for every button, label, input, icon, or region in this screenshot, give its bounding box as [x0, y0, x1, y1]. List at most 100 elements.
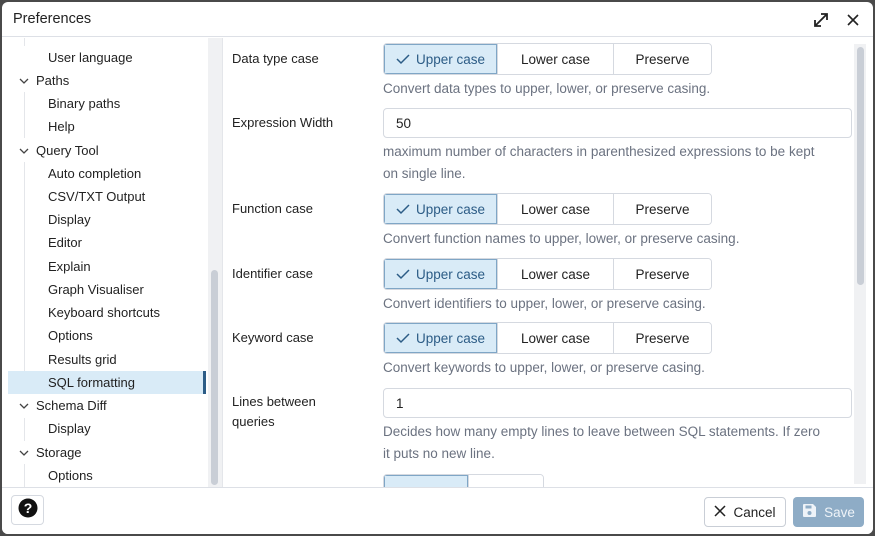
data-type-case-help: Convert data types to upper, lower, or p… [383, 81, 711, 96]
identifier-case-upper-button[interactable]: Upper case [384, 259, 498, 289]
function-case-toggle: Upper case Lower case Preserve [383, 193, 712, 225]
tree-item-graph-visualiser[interactable]: Graph Visualiser [8, 278, 206, 301]
tree-item-binary-paths[interactable]: Binary paths [8, 92, 206, 115]
chevron-down-icon[interactable] [18, 394, 30, 417]
label-line: queries [232, 414, 275, 429]
option-label: Upper case [415, 201, 486, 217]
tree-item-user-language[interactable]: User language [8, 46, 206, 69]
tree-item-paths[interactable]: Paths [8, 69, 206, 92]
identifier-case-preserve-button[interactable]: Preserve [614, 259, 711, 289]
keyword-case-label: Keyword case [232, 330, 314, 345]
tree-item-sql-formatting[interactable]: SQL formatting [8, 371, 206, 394]
data-type-case-preserve-button[interactable]: Preserve [614, 44, 711, 74]
tree-item-label: Graph Visualiser [48, 282, 144, 297]
tree-item-storage[interactable]: Storage [8, 441, 206, 464]
tree-scrollbar-thumb[interactable] [211, 270, 218, 485]
tree-item-auto-completion[interactable]: Auto completion [8, 162, 206, 185]
tree-item-label: Help [48, 119, 75, 134]
tree-item-query-tool[interactable]: Query Tool [8, 139, 206, 162]
help-button[interactable]: ? [11, 495, 44, 525]
function-case-help: Convert function names to upper, lower, … [383, 231, 740, 246]
tree-item-label: Auto completion [48, 166, 142, 181]
help-line: maximum number of characters in parenthe… [383, 144, 815, 159]
tree-item-schema-diff[interactable]: Schema Diff [8, 394, 206, 417]
option-label: Preserve [635, 330, 690, 346]
tree-item-results-grid[interactable]: Results grid [8, 348, 206, 371]
title-bar: Preferences [2, 2, 873, 37]
function-case-lower-button[interactable]: Lower case [498, 194, 614, 224]
expression-width-input[interactable] [383, 108, 852, 138]
next-setting-option-1[interactable] [384, 475, 469, 487]
cancel-label: Cancel [733, 504, 776, 520]
save-button[interactable]: Save [793, 497, 864, 527]
keyword-case-toggle: Upper case Lower case Preserve [383, 322, 712, 354]
help-line: on single line. [383, 166, 466, 181]
lines-between-queries-input[interactable] [383, 388, 852, 418]
save-label: Save [824, 504, 855, 520]
function-case-upper-button[interactable]: Upper case [384, 194, 498, 224]
option-label: Lower case [520, 330, 591, 346]
expression-width-label: Expression Width [232, 115, 334, 130]
keyword-case-help: Convert keywords to upper, lower, or pre… [383, 360, 705, 375]
data-type-case-lower-button[interactable]: Lower case [498, 44, 614, 74]
identifier-case-toggle: Upper case Lower case Preserve [383, 258, 712, 290]
tree-item-options[interactable]: Options [8, 324, 206, 347]
dialog-title: Preferences [13, 11, 92, 27]
close-icon[interactable] [843, 10, 863, 30]
lines-between-queries-label: Lines between queries [232, 392, 316, 432]
tree-item-label: Binary paths [48, 96, 121, 111]
tree-item-display[interactable]: Display [8, 208, 206, 231]
option-label: Lower case [520, 201, 591, 217]
keyword-case-lower-button[interactable]: Lower case [498, 323, 614, 353]
cancel-button[interactable]: Cancel [704, 497, 786, 527]
option-label: Upper case [415, 51, 486, 67]
tree-item-label: Paths [36, 73, 70, 88]
identifier-case-help: Convert identifiers to upper, lower, or … [383, 296, 706, 311]
checkmark-icon [396, 53, 410, 65]
maximize-icon[interactable] [811, 10, 831, 30]
option-label: Lower case [520, 51, 591, 67]
keyword-case-preserve-button[interactable]: Preserve [614, 323, 711, 353]
settings-panel: Data type case Upper case Lower case Pre… [223, 38, 873, 487]
option-label: Preserve [635, 201, 690, 217]
lines-between-queries-help: Decides how many empty lines to leave be… [383, 421, 853, 465]
data-type-case-upper-button[interactable]: Upper case [384, 44, 498, 74]
tree-item-editor[interactable]: Editor [8, 231, 206, 254]
settings-scrollbar[interactable] [854, 44, 866, 484]
tree-item-csv-txt-output[interactable]: CSV/TXT Output [8, 185, 206, 208]
option-label: Preserve [635, 266, 690, 282]
tree-item-keyboard-shortcuts[interactable]: Keyboard shortcuts [8, 301, 206, 324]
tree-guide-line [24, 38, 25, 46]
option-label: Lower case [520, 266, 591, 282]
next-setting-option-2[interactable] [469, 475, 543, 487]
settings-scrollbar-thumb[interactable] [857, 47, 864, 285]
chevron-down-icon[interactable] [18, 69, 30, 92]
chevron-down-icon[interactable] [18, 441, 30, 464]
option-label: Upper case [415, 266, 486, 282]
chevron-down-icon[interactable] [18, 139, 30, 162]
label-line: Lines between [232, 394, 316, 409]
floppy-disk-icon [802, 503, 817, 521]
tree-item-schema-diff-display[interactable]: Display [8, 417, 206, 440]
tree-scrollbar[interactable] [208, 38, 222, 487]
tree-item-label: CSV/TXT Output [48, 189, 146, 204]
preferences-tree: User language Paths Binary paths Help Qu… [8, 38, 208, 487]
identifier-case-label: Identifier case [232, 266, 313, 281]
function-case-preserve-button[interactable]: Preserve [614, 194, 711, 224]
keyword-case-upper-button[interactable]: Upper case [384, 323, 498, 353]
tree-item-label: Options [48, 468, 93, 483]
checkmark-icon [396, 332, 410, 344]
tree-item-explain[interactable]: Explain [8, 255, 206, 278]
data-type-case-label: Data type case [232, 51, 319, 66]
tree-item-label: Storage [36, 445, 82, 460]
selection-indicator [203, 371, 206, 394]
tree-item-label: Keyboard shortcuts [48, 305, 161, 320]
tree-item-help[interactable]: Help [8, 115, 206, 138]
identifier-case-lower-button[interactable]: Lower case [498, 259, 614, 289]
next-setting-toggle [383, 474, 544, 487]
tree-item-label: SQL formatting [48, 375, 135, 390]
close-icon [714, 504, 727, 520]
tree-item-label: Display [48, 421, 91, 436]
tree-item-label: Options [48, 328, 93, 343]
tree-item-storage-options[interactable]: Options [8, 464, 206, 487]
